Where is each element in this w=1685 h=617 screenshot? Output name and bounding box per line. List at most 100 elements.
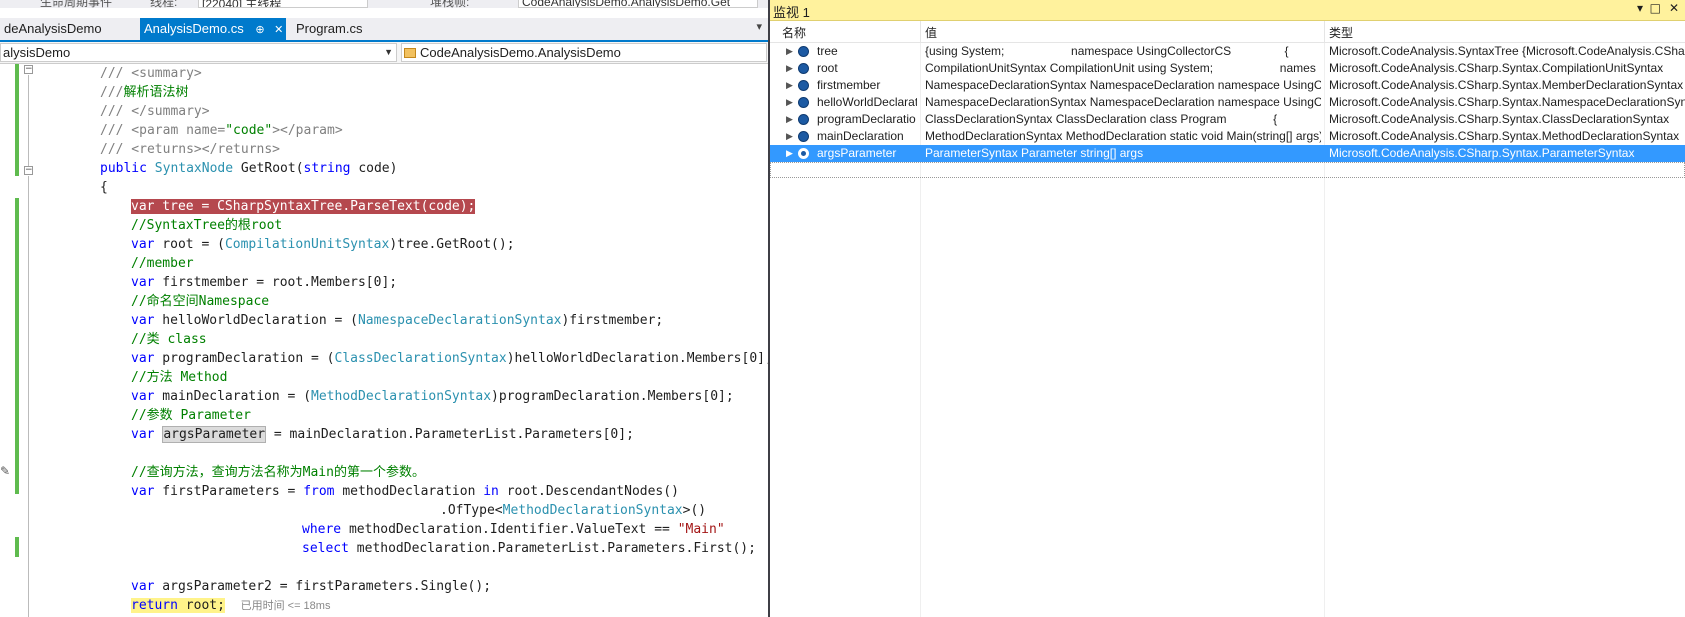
code-line: var programDeclaration = (ClassDeclarati… [131,351,768,366]
tab-analysisdemo-project[interactable]: deAnalysisDemo [0,18,140,40]
expand-icon[interactable]: ▶ [786,60,793,76]
object-icon [798,114,809,125]
chevron-down-icon: ▼ [384,47,393,57]
document-tab-bar: deAnalysisDemo AnalysisDemo.cs ⊕ ✕ Progr… [0,18,768,42]
code-line: where methodDeclaration.Identifier.Value… [302,522,725,537]
code-line: var firstParameters = from methodDeclara… [131,484,679,499]
change-indicator [15,198,19,494]
code-line: //方法 Method [131,370,228,385]
edit-pencil-icon: ✎ [0,464,11,478]
watch-type: Microsoft.CodeAnalysis.CSharp.Syntax.Met… [1329,129,1680,143]
watch-name: mainDeclaration [817,129,904,143]
code-line: public SyntaxNode GetRoot(string code) [100,161,398,176]
stack-frame-dropdown[interactable]: CodeAnalysisDemo.AnalysisDemo.Get [518,0,758,8]
expand-icon[interactable]: ▶ [786,94,793,110]
column-name[interactable]: 名称 [782,24,806,41]
code-line: var root = (CompilationUnitSyntax)tree.G… [131,237,515,252]
code-line: /// <returns></returns> [100,142,281,157]
current-statement-line[interactable]: return root; 已用时间 <= 18ms [131,596,330,615]
object-icon [798,63,809,74]
tab-analysisdemo-cs[interactable]: AnalysisDemo.cs ⊕ ✕ [140,18,286,40]
column-type[interactable]: 类型 [1329,24,1353,41]
watch-row[interactable]: ▶ mainDeclaration MethodDeclarationSynta… [770,128,1685,145]
code-line: select methodDeclaration.ParameterList.P… [302,541,756,556]
watch-row[interactable]: ▶ helloWorldDeclarat NamespaceDeclaratio… [770,94,1685,111]
dropdown-icon[interactable]: ▾ [1637,1,1643,15]
code-line: //参数 Parameter [131,408,251,423]
watch-name: firstmember [817,78,881,92]
project-dropdown[interactable]: alysisDemo ▼ [0,43,397,62]
navigation-bar: alysisDemo ▼ CodeAnalysisDemo.AnalysisDe… [0,42,768,64]
editor-gutter [0,64,16,617]
column-value[interactable]: 值 [925,24,937,41]
tab-label: AnalysisDemo.cs [144,21,244,36]
code-line: //查询方法，查询方法名称为Main的第一个参数。 [131,465,425,480]
watch-type: Microsoft.CodeAnalysis.SyntaxTree {Micro… [1329,44,1685,58]
object-icon [798,148,809,159]
close-icon[interactable]: ✕ [1669,1,1679,15]
code-editor[interactable]: − − ✎ /// <summary> ///解析语法树 /// </summa… [0,64,768,617]
code-line: var helloWorldDeclaration = (NamespaceDe… [131,313,664,328]
code-line: //member [131,256,194,271]
lifecycle-events-label[interactable]: 生命周期事件 [40,0,112,8]
tab-label: deAnalysisDemo [4,21,102,36]
watch-row[interactable]: ▶ firstmember NamespaceDeclarationSyntax… [770,77,1685,94]
watch-type: Microsoft.CodeAnalysis.CSharp.Syntax.Com… [1329,61,1664,75]
code-line: //类 class [131,332,207,347]
watch-name: programDeclaratio [817,112,916,126]
watch-value[interactable]: CompilationUnitSyntax CompilationUnit us… [925,60,1321,77]
watch-row[interactable]: ▶ root CompilationUnitSyntax Compilation… [770,60,1685,77]
code-line: //命名空间Namespace [131,294,270,309]
object-icon [798,46,809,57]
object-icon [798,80,809,91]
class-icon [404,48,416,58]
change-indicator [15,64,19,176]
watch-name: argsParameter [817,146,897,160]
watch-value[interactable]: ParameterSyntax Parameter string[] args [925,145,1321,162]
stack-frame-label: 堆栈帧: [430,0,470,8]
object-icon [798,131,809,142]
column-divider[interactable] [920,21,921,43]
debug-toolbar: 生命周期事件 线程: [22040] 主线程 堆栈帧: CodeAnalysis… [0,0,768,8]
watch-value[interactable]: MethodDeclarationSyntax MethodDeclaratio… [925,128,1321,145]
breakpoint-line[interactable]: var tree = CSharpSyntaxTree.ParseText(co… [131,197,476,216]
change-indicator [15,537,19,557]
watch-value[interactable]: NamespaceDeclarationSyntax NamespaceDecl… [925,77,1321,94]
thread-label: 线程: [150,0,178,8]
outline-guide [28,176,29,617]
collapse-icon[interactable]: − [24,166,33,175]
watch-name: helloWorldDeclarat [817,95,917,109]
code-line: ///解析语法树 [100,85,189,100]
watch-row[interactable]: ▶ programDeclaratio ClassDeclarationSynt… [770,111,1685,128]
expand-icon[interactable]: ▶ [786,77,793,93]
watch-name: tree [817,44,838,58]
expand-icon[interactable]: ▶ [786,128,793,144]
watch-row[interactable]: ▶ tree {using System; namespace UsingCol… [770,43,1685,60]
perf-tip[interactable]: 已用时间 <= 18ms [241,600,331,612]
watch-value[interactable]: {using System; namespace UsingCollectorC… [925,43,1321,60]
pin-icon[interactable]: ⊕ [255,24,264,36]
reference-highlight[interactable]: argsParameter [162,426,267,443]
code-line: var argsParameter = mainDeclaration.Para… [131,426,634,443]
outline-guide [28,75,29,167]
expand-icon[interactable]: ▶ [786,145,793,161]
column-divider[interactable] [1324,21,1325,43]
watch-row-selected[interactable]: ▶ argsParameter ParameterSyntax Paramete… [770,145,1685,162]
expand-icon[interactable]: ▶ [786,43,793,59]
close-icon[interactable]: ✕ [274,24,283,36]
thread-dropdown[interactable]: [22040] 主线程 [198,0,368,8]
code-line: //SyntaxTree的根root [131,218,283,233]
code-line: var firstmember = root.Members[0]; [131,275,398,290]
watch-title-bar[interactable]: 监视 1 ▾ □ ✕ [770,0,1685,21]
chevron-down-icon[interactable]: ▾ [756,20,762,33]
expand-icon[interactable]: ▶ [786,111,793,127]
maximize-icon[interactable]: □ [1650,1,1661,15]
watch-value[interactable]: NamespaceDeclarationSyntax NamespaceDecl… [925,94,1321,111]
tab-program-cs[interactable]: Program.cs [292,18,392,40]
code-line: var mainDeclaration = (MethodDeclaration… [131,389,734,404]
watch-value[interactable]: ClassDeclarationSyntax ClassDeclaration … [925,111,1321,128]
collapse-icon[interactable]: − [24,65,33,74]
watch-title: 监视 1 [773,5,810,20]
new-watch-row[interactable] [770,162,1685,178]
class-dropdown[interactable]: CodeAnalysisDemo.AnalysisDemo [401,43,767,62]
